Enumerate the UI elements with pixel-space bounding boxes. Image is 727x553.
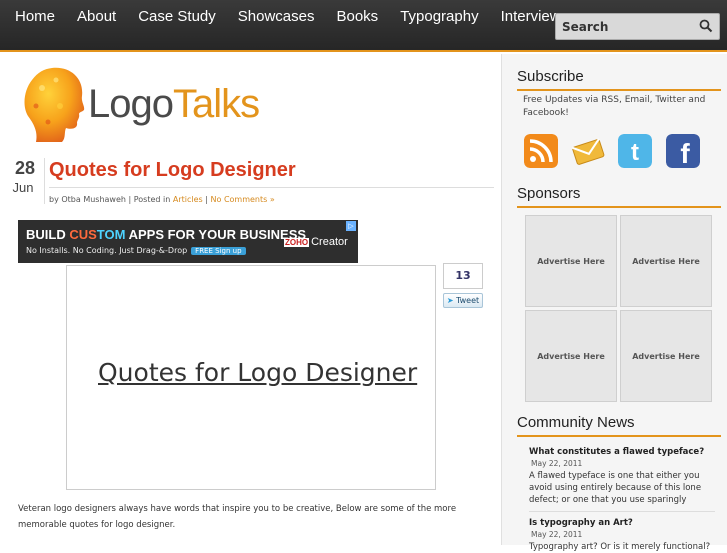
news-item-excerpt: A flawed typeface is one that either you… bbox=[529, 471, 702, 505]
post-title[interactable]: Quotes for Logo Designer bbox=[49, 159, 296, 182]
post-category-link[interactable]: Articles bbox=[173, 195, 203, 204]
date-divider bbox=[44, 158, 45, 204]
post-date-month: Jun bbox=[12, 180, 34, 195]
nav-menu: Home About Case Study Showcases Books Ty… bbox=[0, 0, 579, 35]
nav-home[interactable]: Home bbox=[0, 0, 66, 35]
top-navigation: Home About Case Study Showcases Books Ty… bbox=[0, 0, 727, 52]
email-icon[interactable] bbox=[571, 134, 605, 168]
post-date-day: 28 bbox=[14, 158, 36, 178]
post-body: Veteran logo designers always have words… bbox=[18, 504, 457, 530]
post-meta: by Otba Mushaweh | Posted in Articles | … bbox=[49, 195, 275, 204]
news-item: What constitutes a flawed typeface? May … bbox=[529, 446, 715, 506]
ad-brand: ZOHO Creator bbox=[284, 236, 348, 248]
news-item-date: May 22, 2011 bbox=[531, 459, 583, 468]
feature-image: Quotes for Logo Designer bbox=[66, 265, 436, 490]
news-item-excerpt: Typography art? Or is it merely function… bbox=[529, 542, 711, 552]
adchoices-icon[interactable]: ▷ bbox=[346, 221, 356, 231]
title-divider bbox=[49, 187, 494, 188]
ad-banner[interactable]: BUILD CUSTOM APPS FOR YOUR BUSINESS No I… bbox=[18, 220, 358, 263]
ad-signup-button[interactable]: FREE Sign up bbox=[191, 247, 246, 255]
post-author: by Otba Mushaweh | Posted in bbox=[49, 195, 171, 204]
search-box bbox=[555, 13, 720, 40]
news-divider bbox=[529, 511, 715, 512]
meta-separator: | bbox=[205, 195, 208, 204]
sidebar: Subscribe Free Updates via RSS, Email, T… bbox=[501, 54, 727, 552]
twitter-icon[interactable]: t bbox=[618, 134, 652, 168]
news-item-date: May 22, 2011 bbox=[531, 530, 583, 539]
logo-wordmark[interactable]: LogoTalks bbox=[88, 82, 260, 127]
rss-icon[interactable] bbox=[524, 134, 558, 168]
feature-image-caption: Quotes for Logo Designer bbox=[98, 358, 418, 387]
tweet-button[interactable]: ➤ Tweet bbox=[443, 293, 483, 308]
facebook-icon[interactable]: f bbox=[666, 134, 700, 168]
news-item-title[interactable]: What constitutes a flawed typeface? bbox=[529, 446, 715, 458]
subscribe-heading: Subscribe bbox=[517, 68, 721, 91]
subscribe-text: Free Updates via RSS, Email, Twitter and… bbox=[523, 95, 706, 118]
search-input[interactable] bbox=[556, 14, 696, 39]
sponsor-slot-2[interactable]: Advertise Here bbox=[620, 215, 712, 307]
nav-case-study[interactable]: Case Study bbox=[127, 0, 227, 35]
sponsor-slot-3[interactable]: Advertise Here bbox=[525, 310, 617, 402]
ad-headline: BUILD CUSTOM APPS FOR YOUR BUSINESS bbox=[26, 227, 307, 242]
community-news-heading: Community News bbox=[517, 414, 721, 437]
sponsor-slot-1[interactable]: Advertise Here bbox=[525, 215, 617, 307]
tweet-count: 13 bbox=[443, 263, 483, 289]
logo-head-icon[interactable] bbox=[22, 66, 86, 144]
post-comments-link[interactable]: No Comments » bbox=[211, 195, 275, 204]
sponsors-heading: Sponsors bbox=[517, 185, 721, 208]
nav-books[interactable]: Books bbox=[325, 0, 389, 35]
news-item-title[interactable]: Is typography an Art? bbox=[529, 517, 715, 529]
ad-subline: No Installs. No Coding. Just Drag-&-Drop… bbox=[26, 246, 246, 255]
sponsor-slot-4[interactable]: Advertise Here bbox=[620, 310, 712, 402]
svg-text:t: t bbox=[631, 139, 639, 166]
nav-showcases[interactable]: Showcases bbox=[227, 0, 326, 35]
svg-text:f: f bbox=[680, 138, 690, 168]
nav-about[interactable]: About bbox=[66, 0, 127, 35]
search-icon[interactable] bbox=[699, 19, 713, 33]
twitter-bird-icon: ➤ bbox=[446, 296, 454, 305]
nav-typography[interactable]: Typography bbox=[389, 0, 489, 35]
news-item: Is typography an Art? May 22, 2011 Typog… bbox=[529, 517, 715, 553]
